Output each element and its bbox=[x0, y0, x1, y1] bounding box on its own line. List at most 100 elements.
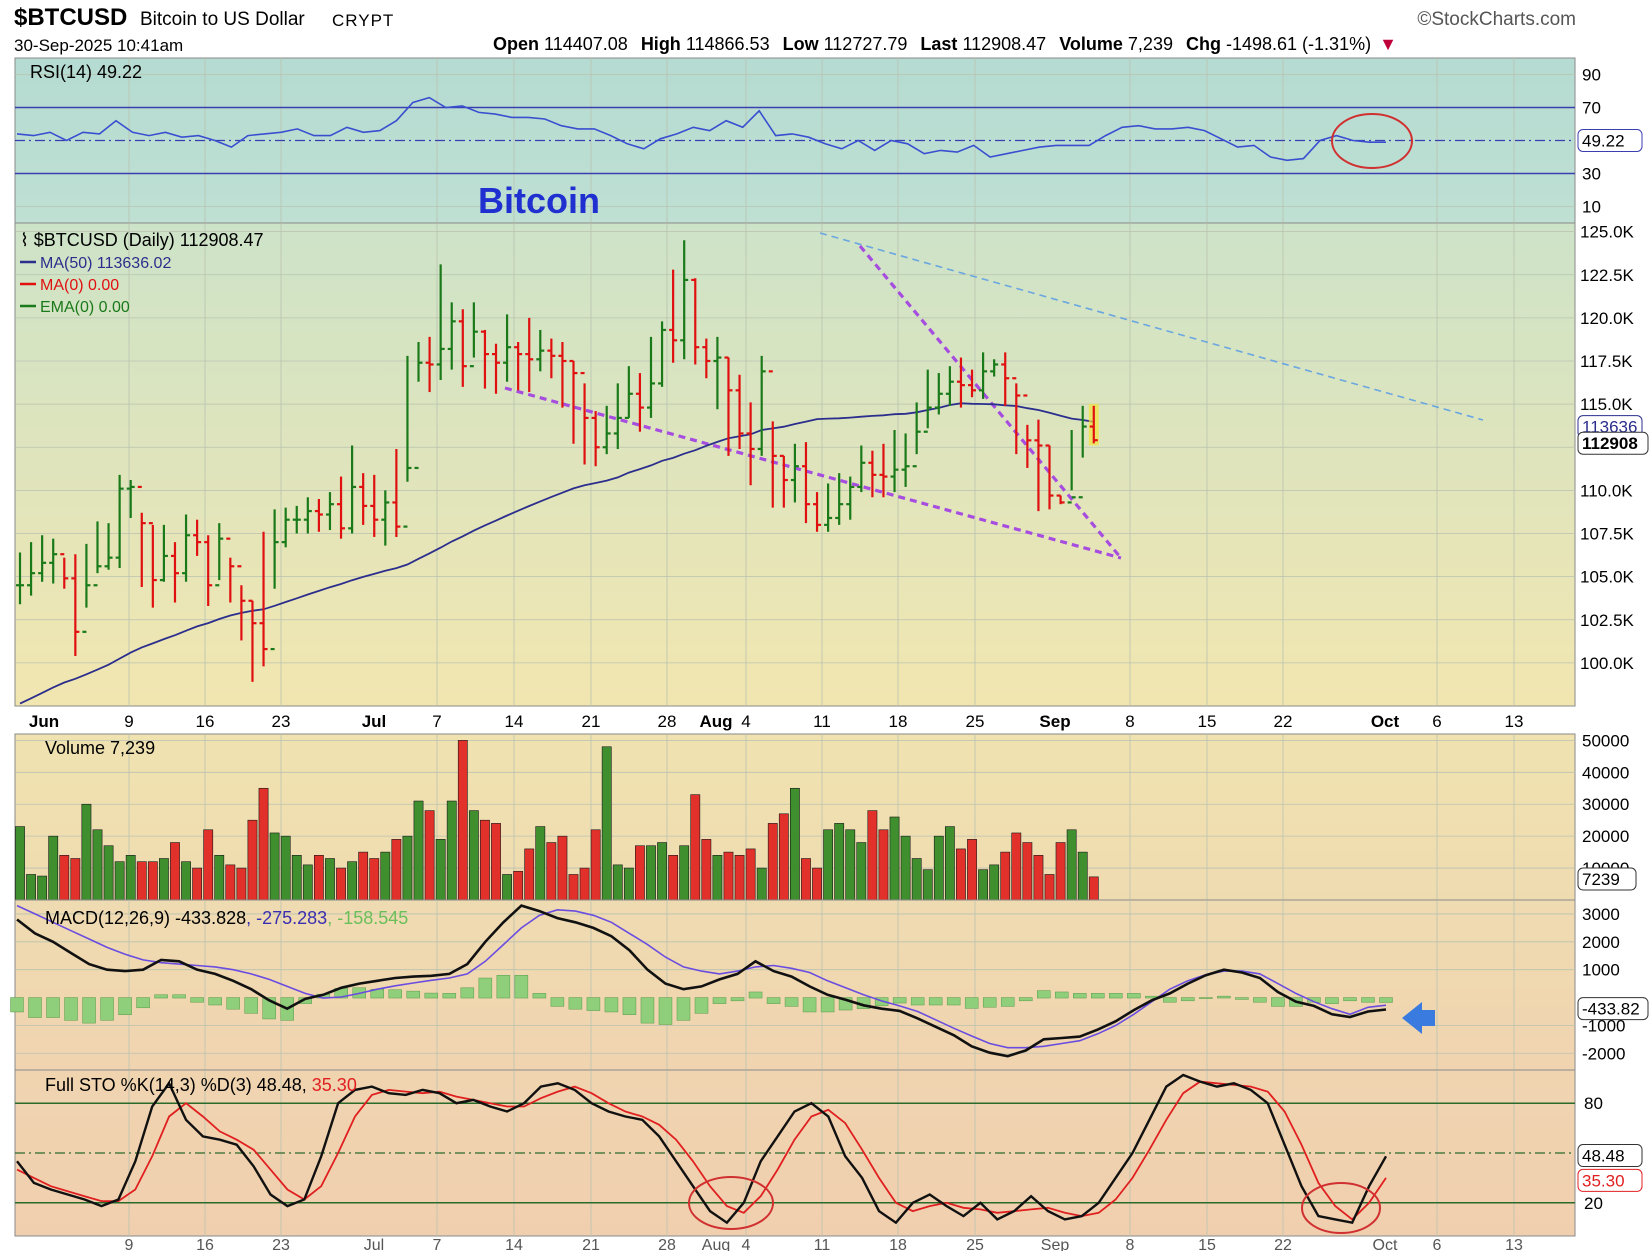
price-tick-label: 105.0K bbox=[1580, 568, 1635, 587]
volume-bar bbox=[535, 826, 546, 901]
macd-tick-label: -2000 bbox=[1582, 1044, 1625, 1063]
date-tick-label-bottom: 4 bbox=[742, 1237, 751, 1251]
stochastic-panel: Full STO %K(14,3) %D(3) 48.48, 35.30 80 2… bbox=[14, 1069, 1643, 1237]
volume-bar bbox=[81, 803, 92, 901]
volume-bar bbox=[933, 835, 944, 901]
macd-histogram-bar bbox=[1091, 993, 1105, 999]
stochastic-title: Full STO %K(14,3) %D(3) 48.48, 35.30 bbox=[45, 1075, 357, 1095]
volume-bar bbox=[944, 826, 955, 901]
date-tick-label-bottom: 21 bbox=[582, 1237, 600, 1251]
macd-histogram-bar bbox=[568, 997, 583, 1010]
legend-entry: MA(50) 113636.02 bbox=[40, 255, 171, 272]
date-tick-label: 13 bbox=[1505, 712, 1524, 731]
volume-bar bbox=[701, 839, 712, 901]
macd-histogram-bar bbox=[136, 997, 150, 1009]
stock-chart[interactable]: RSI(14) 49.22 Bitcoin 90 70 30 10 49.22 ⌇ $B… bbox=[0, 0, 1650, 1251]
volume-bar bbox=[280, 835, 291, 901]
volume-bar bbox=[468, 810, 479, 901]
volume-bar bbox=[380, 851, 391, 901]
date-tick-label-bottom: Aug bbox=[702, 1237, 730, 1251]
date-tick-label-bottom: 11 bbox=[814, 1237, 831, 1251]
macd-title: MACD(12,26,9) -433.828, -275.283, -158.5… bbox=[45, 908, 408, 928]
volume-bar bbox=[723, 851, 734, 901]
macd-histogram-bar bbox=[154, 994, 168, 999]
price-tick-label: 125.0K bbox=[1580, 223, 1635, 242]
volume-bar bbox=[402, 835, 413, 901]
volume-bar bbox=[170, 842, 180, 901]
volume-bar bbox=[690, 794, 701, 901]
date-tick-label: 9 bbox=[124, 712, 133, 731]
date-tick-label: Sep bbox=[1039, 712, 1070, 731]
macd-histogram-bar bbox=[46, 997, 60, 1018]
date-tick-label-bottom: 16 bbox=[196, 1237, 214, 1251]
date-tick-label: 23 bbox=[272, 712, 291, 731]
volume-bar bbox=[657, 842, 667, 901]
macd-histogram-bar bbox=[208, 997, 222, 1006]
date-tick-label: Jun bbox=[29, 712, 59, 731]
date-tick-label-bottom: 18 bbox=[889, 1237, 907, 1251]
volume-bar bbox=[590, 829, 601, 901]
macd-histogram-bar bbox=[1217, 995, 1231, 999]
price-tick-label: 102.5K bbox=[1580, 611, 1635, 630]
volume-bar bbox=[302, 864, 313, 901]
stochastic-k-last-label: 48.48 bbox=[1582, 1147, 1625, 1166]
macd-histogram-bar bbox=[1181, 997, 1195, 1002]
bitcoin-annotation: Bitcoin bbox=[478, 180, 600, 221]
stochastic-tick-label: 20 bbox=[1584, 1194, 1603, 1213]
date-tick-label: 6 bbox=[1432, 712, 1441, 731]
date-tick-label: 7 bbox=[432, 712, 441, 731]
volume-bar bbox=[1088, 876, 1099, 901]
volume-bar bbox=[214, 855, 225, 901]
volume-bar bbox=[391, 839, 402, 901]
macd-histogram-bar bbox=[1037, 990, 1051, 999]
price-tick-label: 120.0K bbox=[1580, 309, 1635, 328]
macd-histogram-bar bbox=[424, 992, 439, 999]
macd-histogram-bar bbox=[604, 997, 619, 1013]
volume-bar bbox=[92, 829, 103, 901]
macd-histogram-bar bbox=[694, 997, 709, 1014]
stochastic-d-last-label: 35.30 bbox=[1582, 1171, 1625, 1190]
macd-histogram-bar bbox=[550, 997, 565, 1007]
date-tick-label: 8 bbox=[1125, 712, 1134, 731]
macd-histogram-bar bbox=[1000, 997, 1015, 1007]
volume-bar bbox=[225, 864, 236, 901]
date-tick-label-bottom: 7 bbox=[433, 1237, 442, 1251]
volume-bar bbox=[70, 858, 81, 901]
volume-bar bbox=[712, 855, 723, 901]
volume-bar bbox=[867, 810, 878, 901]
macd-axis: 300020001000-1000-2000-433.82 bbox=[1577, 905, 1649, 1063]
macd-histogram-bar bbox=[190, 997, 204, 1003]
volume-bar bbox=[668, 855, 679, 901]
volume-bar bbox=[236, 867, 247, 901]
macd-histogram-bar bbox=[1271, 997, 1285, 1007]
macd-histogram-bar bbox=[1018, 997, 1033, 1002]
macd-tick-label: 3000 bbox=[1582, 905, 1620, 924]
volume-bar bbox=[1077, 851, 1088, 901]
date-tick-label: 25 bbox=[966, 712, 985, 731]
volume-bar bbox=[756, 867, 767, 901]
volume-bar bbox=[1033, 855, 1044, 901]
volume-bar bbox=[878, 829, 889, 901]
volume-bar bbox=[37, 875, 48, 901]
macd-histogram-bar bbox=[964, 997, 979, 1009]
date-tick-label: Jul bbox=[362, 712, 387, 731]
volume-tick-label: 30000 bbox=[1582, 795, 1629, 814]
macd-histogram-bar bbox=[748, 991, 763, 999]
volume-bar bbox=[413, 800, 424, 901]
date-tick-label-bottom: Sep bbox=[1041, 1237, 1070, 1251]
date-tick-label-bottom: 13 bbox=[1505, 1237, 1523, 1251]
macd-histogram-bar bbox=[478, 977, 493, 999]
volume-bar bbox=[1011, 832, 1022, 901]
rsi-tick-label: 70 bbox=[1582, 99, 1601, 118]
macd-histogram-bar bbox=[820, 997, 835, 1013]
date-tick-label-bottom: Oct bbox=[1373, 1237, 1398, 1251]
stochastic-axis: 80 20 48.48 35.30 bbox=[1577, 1094, 1643, 1213]
volume-bar bbox=[136, 861, 147, 901]
volume-title: Volume 7,239 bbox=[45, 738, 155, 758]
date-tick-label: 21 bbox=[582, 712, 601, 731]
date-tick-label: 16 bbox=[196, 712, 215, 731]
volume-bar bbox=[635, 845, 645, 901]
rsi-tick-label: 30 bbox=[1582, 165, 1601, 184]
volume-bar bbox=[778, 813, 789, 901]
macd-histogram-bar bbox=[946, 997, 961, 1006]
